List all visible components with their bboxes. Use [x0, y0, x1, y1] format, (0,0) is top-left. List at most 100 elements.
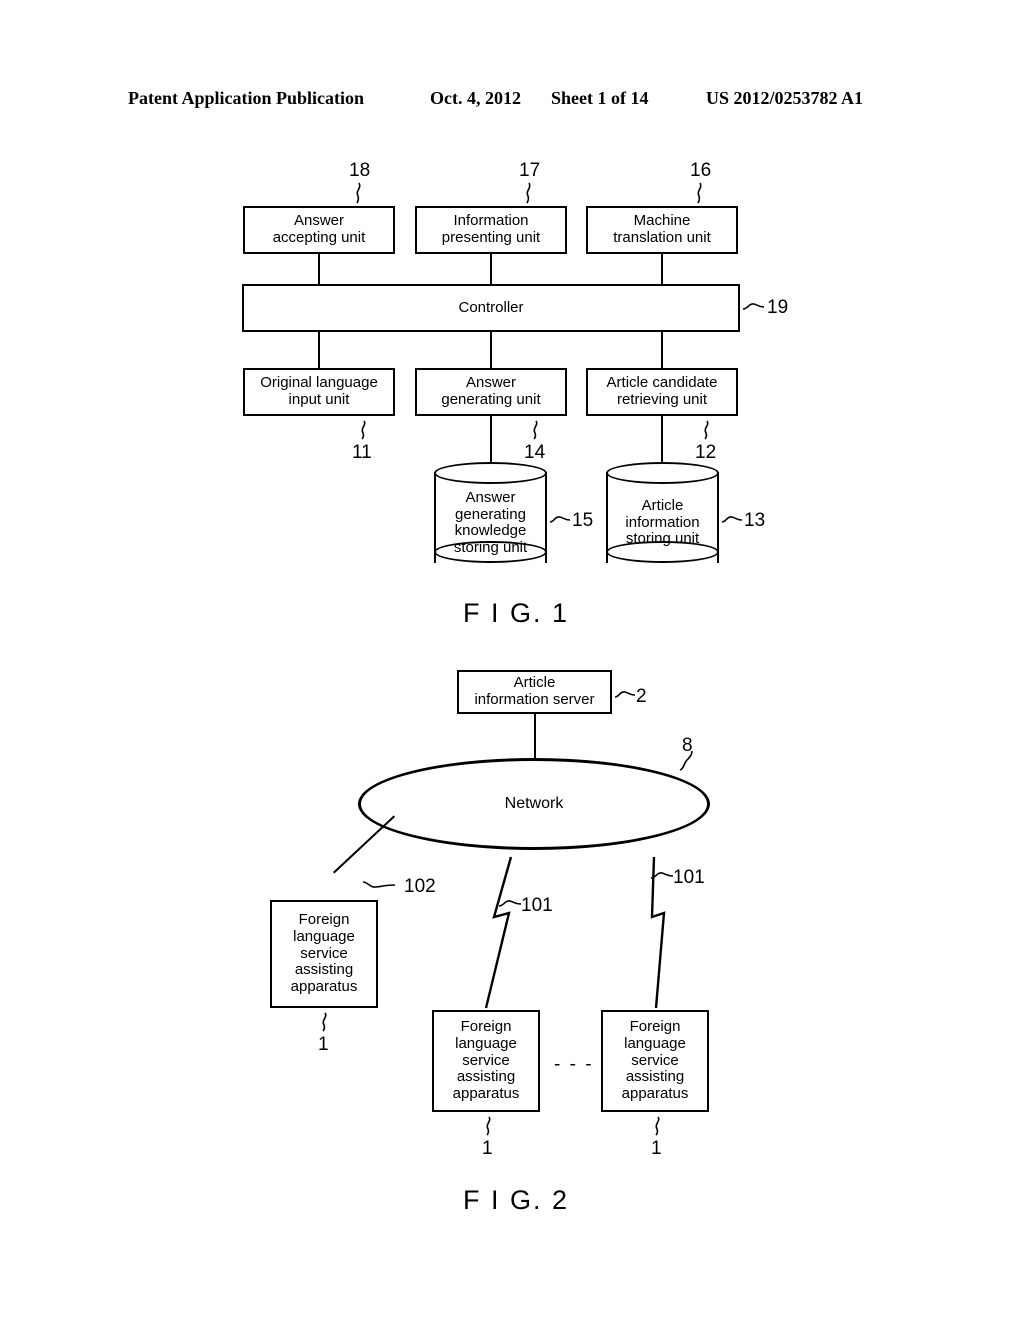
block-controller[interactable]: Controller	[242, 284, 740, 332]
block-label-line2: information server	[474, 691, 595, 708]
leader-1-left	[318, 1012, 332, 1032]
link-101-wireless-middle	[478, 855, 518, 1010]
apparatus-label-line4: assisting	[294, 961, 354, 979]
apparatus-label-line5: apparatus	[290, 978, 358, 996]
figure-1-caption: F I G. 1	[463, 598, 570, 628]
connector-server-network	[534, 714, 536, 764]
apparatus-label-line5: apparatus	[452, 1085, 520, 1103]
ref-18: 18	[349, 160, 371, 181]
network-label: Network	[504, 795, 564, 812]
leader-2	[614, 688, 636, 702]
ref-13: 13	[744, 510, 766, 531]
ref-11: 11	[352, 442, 372, 463]
apparatus-label-line1: Foreign	[629, 1018, 681, 1035]
leader-12	[700, 420, 714, 440]
block-label-line1: Information	[453, 212, 529, 230]
apparatus-middle[interactable]: Foreign language service assisting appar…	[432, 1010, 540, 1112]
apparatus-label-line3: service	[462, 1051, 510, 1069]
block-original-language-input-unit[interactable]: Original language input unit	[243, 368, 395, 416]
leader-18	[352, 182, 366, 204]
leader-11	[357, 420, 371, 440]
apparatus-left[interactable]: Foreign language service assisting appar…	[270, 900, 378, 1008]
header-date: Oct. 4, 2012	[430, 88, 521, 108]
connector-12-13	[661, 416, 663, 464]
block-label-line2: translation unit	[613, 229, 711, 246]
leader-17	[522, 182, 536, 204]
link-102-wired	[333, 815, 396, 874]
header-sheet: Sheet 1 of 14	[551, 88, 649, 108]
connector-controller-14	[490, 332, 492, 368]
block-label-line2: input unit	[288, 391, 350, 408]
leader-101-middle	[498, 897, 522, 911]
leader-15	[549, 513, 571, 527]
block-machine-translation-unit[interactable]: Machine translation unit	[586, 206, 738, 254]
ref-101-middle: 101	[521, 895, 553, 916]
block-label-line1: Article	[513, 674, 556, 692]
apparatus-label-line1: Foreign	[298, 911, 350, 928]
store-label-line2: information	[625, 513, 700, 531]
apparatus-label-line5: apparatus	[621, 1085, 689, 1103]
store-answer-generating-knowledge-storing-unit[interactable]: Answer generating knowledge storing unit	[434, 462, 547, 574]
leader-102	[362, 877, 396, 891]
ref-17: 17	[519, 160, 541, 181]
store-label-line4: storing unit	[453, 538, 528, 556]
ref-1-right: 1	[651, 1138, 662, 1159]
apparatus-label-line3: service	[300, 944, 348, 962]
leader-101-right	[650, 869, 674, 883]
block-article-information-server[interactable]: Article information server	[457, 670, 612, 714]
header-patent-number: US 2012/0253782 A1	[706, 88, 864, 108]
block-article-candidate-retrieving-unit[interactable]: Article candidate retrieving unit	[586, 368, 738, 416]
ref-14: 14	[524, 442, 546, 463]
apparatus-label-line4: assisting	[625, 1068, 685, 1086]
connector-14-15	[490, 416, 492, 464]
ref-101-right: 101	[673, 867, 705, 888]
connector-controller-12	[661, 332, 663, 368]
ref-15: 15	[572, 510, 594, 531]
block-label-line1: Answer	[465, 374, 517, 392]
ref-16: 16	[690, 160, 712, 181]
apparatus-right[interactable]: Foreign language service assisting appar…	[601, 1010, 709, 1112]
leader-19	[742, 300, 765, 314]
block-label-line1: Controller	[458, 298, 524, 316]
ref-1-left: 1	[318, 1034, 329, 1055]
ref-102: 102	[404, 876, 436, 897]
store-label-line1: Answer	[465, 489, 516, 506]
ref-2: 2	[636, 686, 647, 707]
apparatus-label-line4: assisting	[456, 1068, 516, 1086]
apparatus-label-line2: language	[624, 1034, 686, 1052]
block-label-line1: Machine	[633, 212, 691, 230]
header-publication: Patent Application Publication	[128, 88, 365, 108]
leader-1-right	[651, 1116, 665, 1136]
block-answer-accepting-unit[interactable]: Answer accepting unit	[243, 206, 395, 254]
page-header: Patent Application Publication Oct. 4, 2…	[0, 88, 1024, 112]
ref-12: 12	[695, 442, 717, 463]
connector-controller-11	[318, 332, 320, 368]
block-label-line1: Article candidate	[606, 374, 718, 392]
leader-13	[721, 513, 743, 527]
connector-16-controller	[661, 254, 663, 284]
store-label-line2: generating	[455, 505, 526, 523]
store-label-line3: storing unit	[625, 530, 700, 547]
network-ellipse[interactable]: Network	[358, 758, 710, 850]
figure-2-caption: F I G. 2	[463, 1185, 570, 1215]
patent-drawing-page: Patent Application Publication Oct. 4, 2…	[0, 0, 1024, 1320]
block-label-line2: generating unit	[441, 391, 541, 408]
store-article-information-storing-unit[interactable]: Article information storing unit	[606, 462, 719, 574]
ref-19: 19	[767, 297, 789, 318]
connector-18-controller	[318, 254, 320, 284]
leader-1-middle	[482, 1116, 496, 1136]
block-label-line2: accepting unit	[272, 229, 366, 246]
ref-1-middle: 1	[482, 1138, 493, 1159]
connector-17-controller	[490, 254, 492, 284]
block-label-line1: Original language	[260, 374, 378, 392]
apparatus-label-line2: language	[293, 927, 355, 945]
block-answer-generating-unit[interactable]: Answer generating unit	[415, 368, 567, 416]
store-label-line3: knowledge	[454, 522, 527, 539]
block-label-line2: retrieving unit	[616, 391, 708, 408]
leader-14	[529, 420, 543, 440]
block-information-presenting-unit[interactable]: Information presenting unit	[415, 206, 567, 254]
store-label-line1: Article	[641, 497, 684, 514]
ref-8: 8	[682, 735, 693, 756]
apparatus-label-line1: Foreign	[460, 1018, 512, 1035]
block-label-line2: presenting unit	[441, 229, 541, 246]
